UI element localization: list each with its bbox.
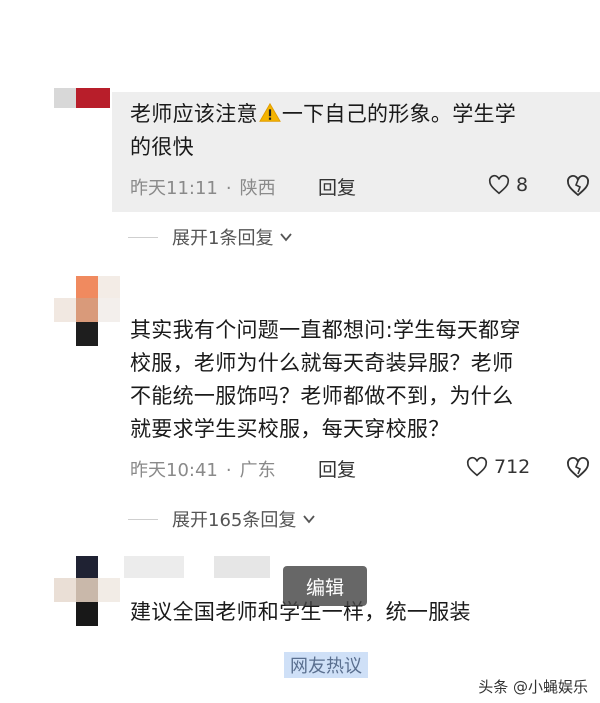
comment-line: 就要求学生买校服，每天穿校服？	[130, 417, 450, 441]
meta-separator: ·	[225, 460, 232, 481]
comment-text-part: 的很快	[130, 135, 194, 159]
comment-text-part: 一下自己的形象。学生学	[281, 102, 517, 126]
comment-text: 老师应该注意 一下自己的形象。学生学 的很快	[130, 98, 590, 164]
comment-text-part: 老师应该注意	[130, 102, 258, 126]
comment-text: 其实我有个问题一直都想问:学生每天都穿 校服，老师为什么就每天奇装异服？老师 不…	[130, 314, 590, 446]
chevron-down-icon	[280, 233, 293, 242]
warning-icon	[258, 101, 281, 123]
heart-icon	[488, 174, 510, 195]
expand-replies-button[interactable]: 展开1条回复	[128, 224, 293, 250]
chevron-down-icon	[303, 515, 316, 524]
comment-line: 不能统一服饰吗？老师都做不到，为什么	[130, 384, 514, 408]
dislike-button[interactable]	[566, 174, 590, 202]
comment-line: 校服，老师为什么就每天奇装异服？老师	[130, 351, 514, 375]
meta-separator: ·	[225, 178, 232, 199]
expand-divider	[128, 236, 158, 238]
edit-popup[interactable]: 编辑	[283, 566, 367, 606]
comment-time: 昨天11:11	[130, 178, 218, 199]
expand-replies-button[interactable]: 展开165条回复	[128, 506, 316, 532]
comment-line: 其实我有个问题一直都想问:学生每天都穿	[130, 318, 521, 342]
expand-replies-label: 展开165条回复	[172, 510, 297, 531]
image-caption: 网友热议	[284, 652, 368, 678]
avatar[interactable]	[54, 88, 110, 108]
reply-button[interactable]: 回复	[318, 173, 356, 200]
username-mosaic	[124, 556, 304, 578]
like-button[interactable]: 8	[488, 174, 528, 196]
like-count: 8	[516, 174, 529, 196]
like-count: 712	[494, 456, 531, 478]
broken-heart-icon	[567, 175, 589, 197]
watermark: 头条 @小蝇娱乐	[478, 678, 588, 696]
expand-divider	[128, 518, 158, 520]
heart-icon	[466, 456, 488, 477]
comment-location: 陕西	[239, 178, 276, 199]
comment-meta: 昨天11:11 · 陕西	[130, 174, 276, 200]
comment-time: 昨天10:41	[130, 460, 218, 481]
broken-heart-icon	[567, 457, 589, 479]
comment-location: 广东	[239, 460, 276, 481]
reply-button[interactable]: 回复	[318, 455, 356, 482]
comment-meta: 昨天10:41 · 广东	[130, 456, 276, 482]
dislike-button[interactable]	[566, 456, 590, 484]
avatar[interactable]	[54, 556, 124, 626]
expand-replies-label: 展开1条回复	[172, 228, 274, 249]
like-button[interactable]: 712	[466, 456, 530, 478]
